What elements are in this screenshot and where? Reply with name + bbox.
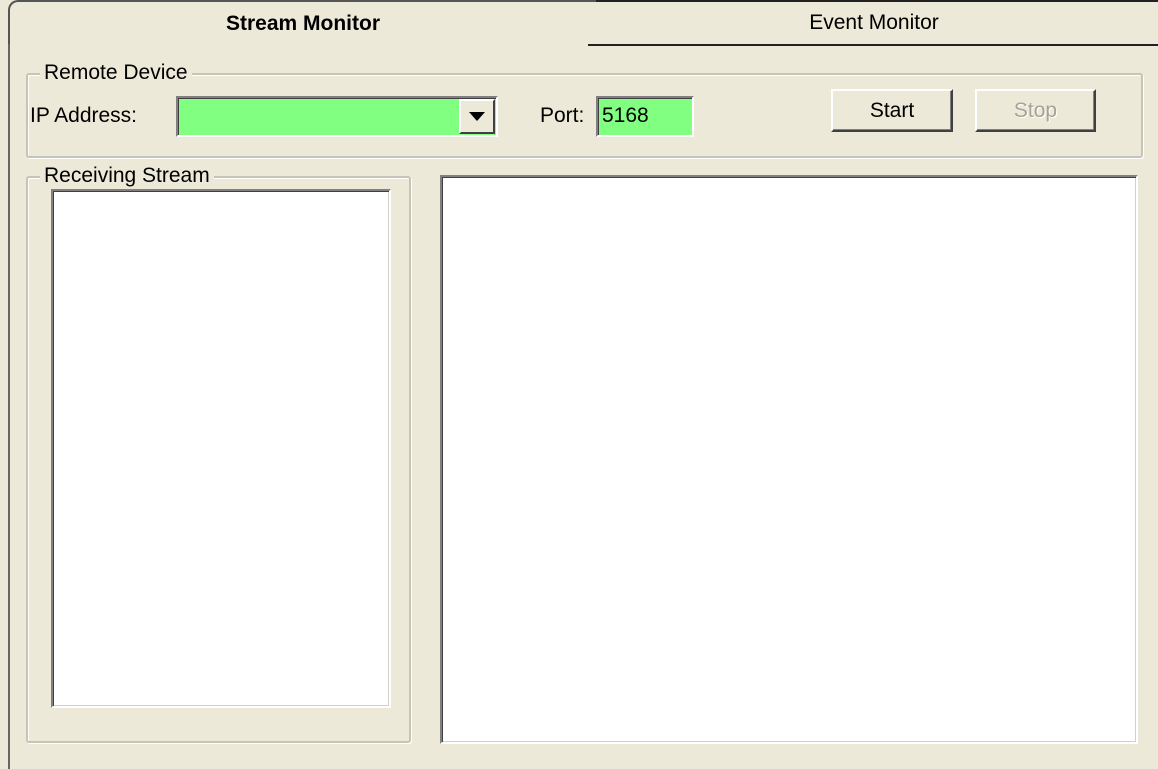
ip-address-label: IP Address: <box>30 104 138 127</box>
tab-event-monitor[interactable]: Event Monitor <box>588 0 1158 46</box>
stop-button[interactable]: Stop <box>975 89 1096 132</box>
tab-stream-monitor[interactable]: Stream Monitor <box>8 0 596 44</box>
start-button[interactable]: Start <box>831 89 953 132</box>
stream-list[interactable] <box>51 189 391 708</box>
tab-stream-monitor-label: Stream Monitor <box>225 12 380 35</box>
stream-content-view[interactable] <box>440 175 1138 744</box>
stream-monitor-window: Event Monitor Stream Monitor Remote Devi… <box>0 0 1158 769</box>
panel-border <box>8 44 10 769</box>
ip-address-dropdown-button[interactable] <box>459 99 495 134</box>
remote-device-title: Remote Device <box>40 61 192 85</box>
tab-event-monitor-label: Event Monitor <box>809 11 939 34</box>
ip-address-combobox[interactable] <box>176 96 498 137</box>
port-input[interactable]: 5168 <box>596 96 694 137</box>
port-label: Port: <box>540 104 585 127</box>
receiving-stream-title: Receiving Stream <box>40 164 214 188</box>
chevron-down-icon <box>469 112 485 121</box>
